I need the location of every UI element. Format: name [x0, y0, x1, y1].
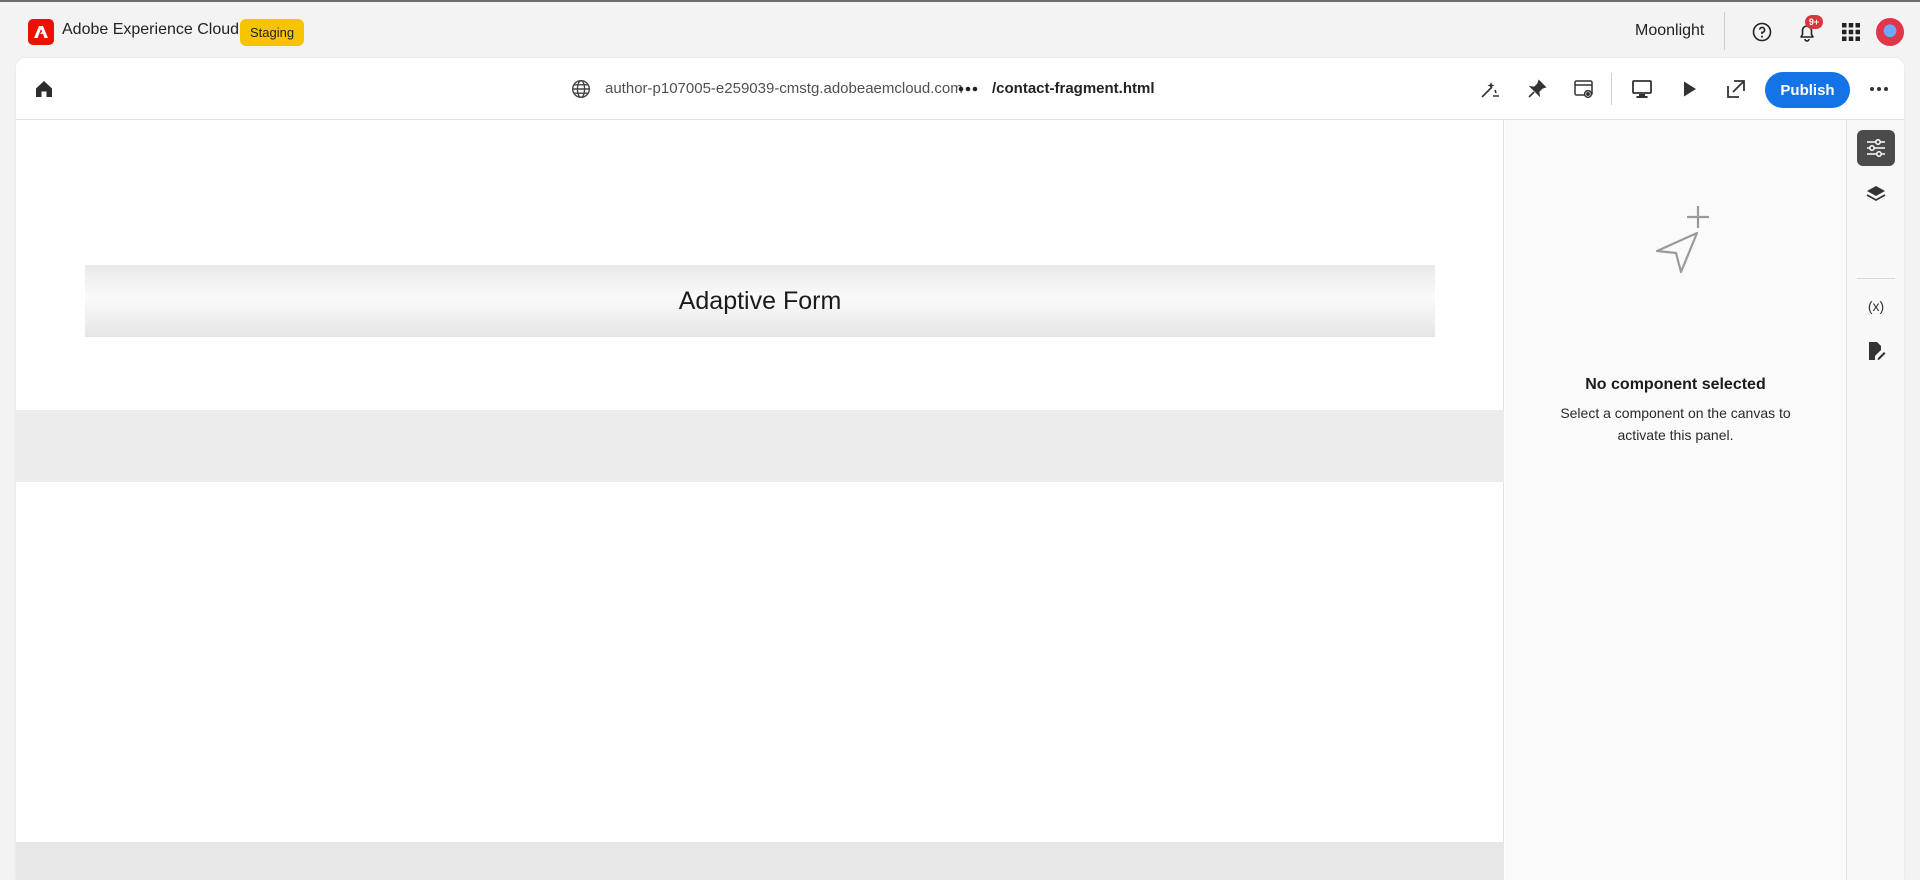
editor-toolbar: author-p107005-e259039-cmstg.adobeaemclo… [16, 58, 1904, 120]
form-container-section[interactable] [16, 410, 1504, 482]
desktop-icon[interactable] [1630, 77, 1654, 101]
empty-state-description: Select a component on the canvas to acti… [1560, 405, 1791, 443]
adaptive-form-title[interactable]: Adaptive Form [85, 265, 1435, 337]
shell-header: Adobe Experience Cloud Staging Moonlight… [0, 2, 1920, 60]
globe-icon [569, 77, 593, 101]
empty-state-title: No component selected [1585, 376, 1766, 393]
environment-badge: Staging [240, 19, 305, 46]
help-icon[interactable] [1751, 21, 1773, 43]
avatar[interactable] [1876, 18, 1904, 46]
editor-container: author-p107005-e259039-cmstg.adobeaemclo… [16, 58, 1904, 880]
rail-divider [1857, 278, 1895, 279]
form-footer-section[interactable] [16, 842, 1504, 880]
play-icon[interactable] [1677, 77, 1701, 101]
notification-count-badge: 9+ [1805, 15, 1823, 29]
url-host: author-p107005-e259039-cmstg.adobeaemclo… [605, 80, 963, 97]
editor-canvas[interactable]: Adaptive Form [16, 120, 1504, 880]
page-settings-icon[interactable] [1572, 77, 1596, 101]
app-grid-icon[interactable] [1840, 21, 1862, 43]
toolbar-divider [1611, 73, 1612, 105]
more-icon[interactable] [1867, 77, 1891, 101]
bell-icon[interactable]: 9+ [1796, 15, 1823, 43]
org-switcher[interactable]: Moonlight [1635, 22, 1704, 40]
home-icon[interactable] [32, 77, 56, 101]
edit-document-icon[interactable] [1857, 333, 1895, 369]
adobe-logo-icon[interactable] [28, 19, 54, 45]
variables-icon[interactable]: (x) [1857, 288, 1895, 324]
layers-icon[interactable] [1857, 176, 1895, 212]
app-title[interactable]: Adobe Experience Cloud [62, 21, 239, 39]
cursor-sparkle-icon [1643, 205, 1723, 285]
properties-icon[interactable] [1857, 130, 1895, 166]
url-path: /contact-fragment.html [992, 80, 1155, 97]
properties-panel: No component selected Select a component… [1505, 120, 1846, 880]
more-icon[interactable] [956, 77, 980, 101]
open-external-icon[interactable] [1724, 77, 1748, 101]
side-rail: (x) [1846, 120, 1904, 880]
publish-button[interactable]: Publish [1765, 72, 1850, 108]
wand-icon[interactable] [1478, 77, 1502, 101]
shell-divider [1724, 12, 1725, 50]
pin-icon[interactable] [1525, 77, 1549, 101]
